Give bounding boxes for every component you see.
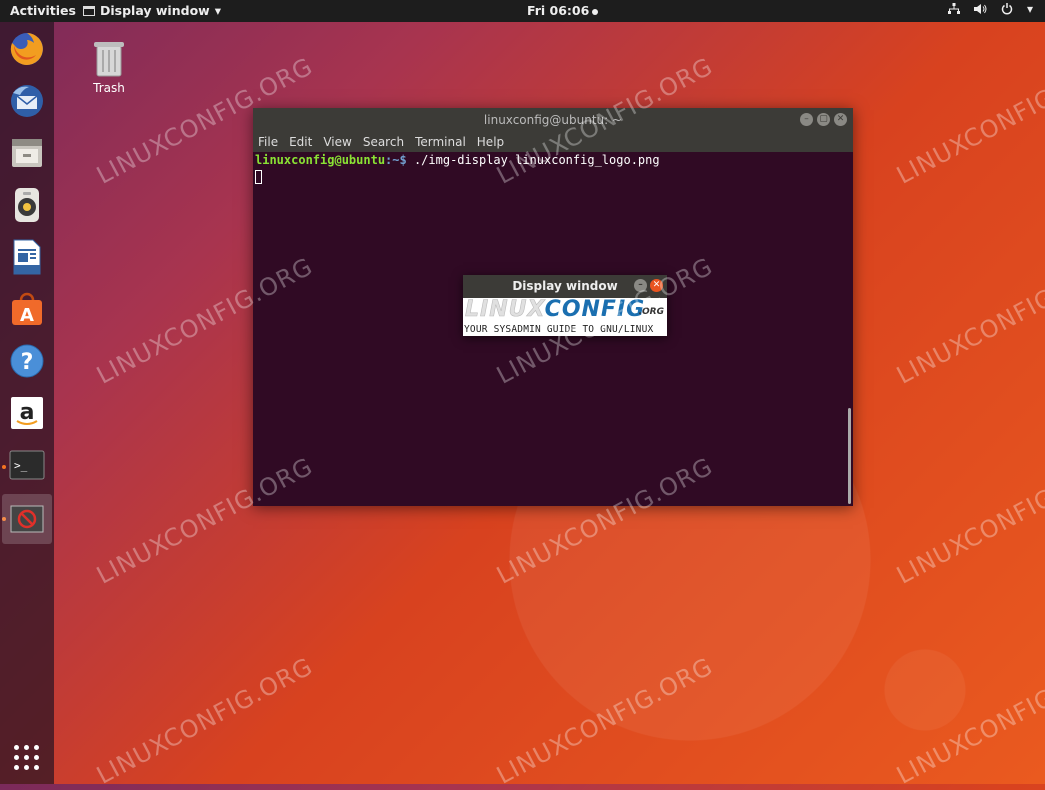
notification-dot — [592, 8, 599, 15]
amazon-icon: a — [11, 397, 43, 429]
running-indicator — [2, 465, 6, 469]
terminal-icon: >_ — [9, 450, 45, 480]
dock-files[interactable] — [8, 134, 46, 172]
watermark: LINUXCONFIG.ORG — [892, 452, 1045, 590]
chevron-down-icon: ▾ — [1026, 2, 1033, 16]
minimize-button[interactable]: – — [800, 113, 813, 126]
network-icon — [947, 3, 960, 14]
terminal-titlebar[interactable]: linuxconfig@ubuntu: ~ – ▢ ✕ — [253, 108, 853, 132]
terminal-scrollbar[interactable] — [848, 408, 851, 504]
logo-image: LINUXCONFIG .ORG YOUR SYSADMIN GUIDE TO … — [463, 298, 667, 336]
close-button[interactable]: ✕ — [650, 279, 663, 292]
display-window-icon — [10, 505, 44, 533]
close-button[interactable]: ✕ — [834, 113, 847, 126]
watermark: LINUXCONFIG.ORG — [92, 652, 318, 790]
logo-wordmark: LINUXCONFIG — [465, 298, 646, 322]
trash-icon — [94, 42, 124, 77]
chevron-down-icon: ▾ — [214, 3, 221, 18]
display-window-title: Display window — [512, 279, 618, 293]
terminal-menubar: File Edit View Search Terminal Help — [253, 132, 853, 152]
thunderbird-icon — [11, 85, 43, 117]
watermark: LINUXCONFIG.ORG — [892, 652, 1045, 790]
command-text: ./img-display linuxconfig_logo.png — [406, 153, 660, 167]
terminal-output[interactable]: linuxconfig@ubuntu:~$ ./img-display linu… — [253, 152, 853, 188]
volume-icon — [973, 4, 987, 14]
svg-text:a: a — [20, 400, 35, 425]
watermark: LINUXCONFIG.ORG — [492, 652, 718, 790]
display-window[interactable]: Display window – ✕ LINUXCONFIG .ORG YOUR… — [463, 275, 667, 336]
logo-org: .ORG — [638, 307, 664, 317]
menu-terminal[interactable]: Terminal — [415, 132, 466, 152]
text-cursor — [255, 170, 262, 184]
desktop-trash[interactable]: Trash — [87, 38, 131, 95]
clock[interactable]: Fri 06:06 — [527, 3, 599, 18]
svg-text:?: ? — [21, 350, 34, 375]
dock-terminal[interactable]: >_ — [8, 446, 46, 484]
menu-help[interactable]: Help — [477, 132, 504, 152]
dock-firefox[interactable] — [8, 30, 46, 68]
power-icon — [1001, 3, 1013, 15]
display-window-titlebar[interactable]: Display window – ✕ — [463, 275, 667, 298]
terminal-title: linuxconfig@ubuntu: ~ — [483, 113, 623, 127]
dock-help[interactable]: ? — [8, 342, 46, 380]
trash-label: Trash — [93, 81, 125, 95]
dock-rhythmbox[interactable] — [8, 186, 46, 224]
command-line: linuxconfig@ubuntu:~$ ./img-display linu… — [255, 153, 851, 167]
firefox-icon — [10, 33, 43, 65]
watermark: LINUXCONFIG.ORG — [892, 252, 1045, 390]
menu-edit[interactable]: Edit — [289, 132, 312, 152]
system-tray[interactable]: ▾ — [947, 2, 1033, 16]
menu-view[interactable]: View — [323, 132, 351, 152]
dock-display-window[interactable] — [2, 494, 52, 544]
svg-text:>_: >_ — [14, 459, 28, 472]
show-applications-button[interactable] — [14, 745, 39, 770]
top-panel: Activities Display window ▾ Fri 06:06 ▾ — [0, 0, 1045, 22]
help-icon: ? — [10, 344, 44, 378]
dock-amazon[interactable]: a — [8, 394, 46, 432]
dock: A ? a >_ — [0, 22, 54, 784]
clock-label: Fri 06:06 — [527, 3, 590, 18]
rhythmbox-icon — [15, 188, 39, 222]
dock-thunderbird[interactable] — [8, 82, 46, 120]
minimize-button[interactable]: – — [634, 279, 647, 292]
app-menu-label: Display window — [100, 3, 210, 18]
libreoffice-writer-icon — [13, 239, 41, 275]
svg-text:A: A — [20, 305, 34, 326]
menu-file[interactable]: File — [258, 132, 278, 152]
ubuntu-software-icon: A — [12, 292, 42, 326]
menu-search[interactable]: Search — [363, 132, 404, 152]
watermark: LINUXCONFIG.ORG — [892, 52, 1045, 190]
prompt-user: linuxconfig@ubuntu — [255, 153, 386, 167]
logo-tagline: YOUR SYSADMIN GUIDE TO GNU/LINUX — [464, 324, 654, 335]
files-icon — [12, 139, 42, 167]
maximize-button[interactable]: ▢ — [817, 113, 830, 126]
dock-ubuntu-software[interactable]: A — [8, 290, 46, 328]
window-icon — [83, 5, 95, 16]
prompt-path: :~$ — [385, 153, 407, 167]
activities-button[interactable]: Activities — [10, 3, 76, 18]
app-menu[interactable]: Display window ▾ — [83, 3, 221, 18]
dock-libreoffice-writer[interactable] — [8, 238, 46, 276]
